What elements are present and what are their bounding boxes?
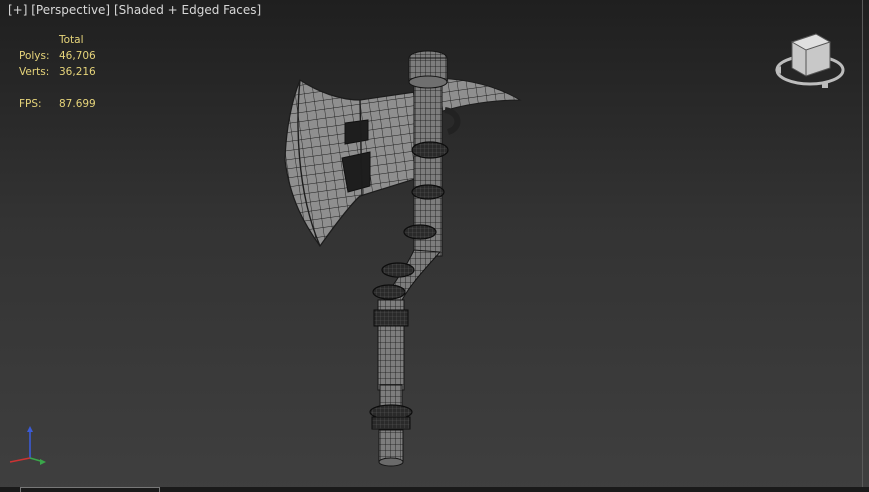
axe-shaft-lower: [369, 299, 413, 467]
perspective-viewport[interactable]: [+] [Perspective] [Shaded + Edged Faces]…: [0, 0, 869, 492]
bottom-panel-strip: [0, 487, 869, 492]
axe-mesh-model[interactable]: [0, 0, 869, 492]
axis-tripod-icon: [9, 426, 46, 465]
viewport-right-border: [862, 0, 863, 492]
viewcube-icon[interactable]: [770, 28, 850, 96]
axe-blade: [284, 79, 419, 248]
bottom-panel-tab[interactable]: [20, 487, 160, 492]
